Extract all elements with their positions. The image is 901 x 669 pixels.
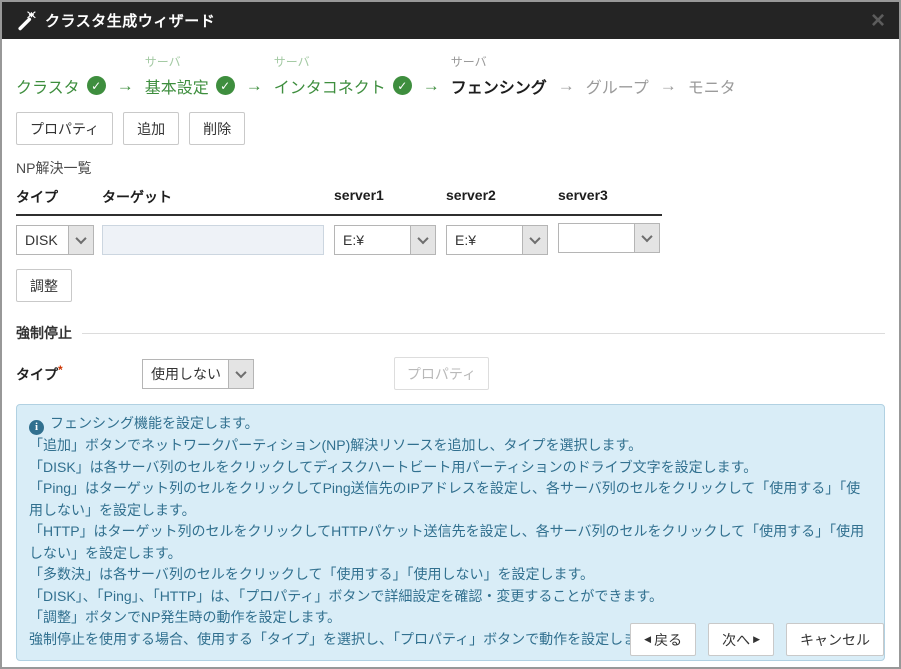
tune-button[interactable]: 調整 xyxy=(16,269,72,302)
triangle-left-icon: ◀ xyxy=(644,635,651,644)
step-group: グループ xyxy=(586,52,649,99)
footer-buttons: ◀戻る 次へ▶ キャンセル xyxy=(630,623,884,656)
header-server2: server2 xyxy=(446,187,558,207)
forced-stop-type-row: タイプ* 使用しない プロパティ xyxy=(16,357,885,390)
header-server3: server3 xyxy=(558,187,662,207)
step-label: クラスタ xyxy=(16,74,80,98)
check-circle-icon: ✓ xyxy=(393,76,412,95)
close-icon[interactable]: × xyxy=(871,9,885,33)
np-type-select[interactable]: DISK xyxy=(16,225,94,255)
info-line: 「Ping」はターゲット列のセルをクリックしてPing送信先のIPアドレスを設定… xyxy=(29,478,872,521)
window-title: クラスタ生成ウィザード xyxy=(45,10,215,31)
arrow-right-icon: → xyxy=(246,72,263,99)
wizard-wand-icon xyxy=(16,11,36,31)
arrow-right-icon: → xyxy=(117,72,134,99)
server1-cell-select[interactable]: E:¥ xyxy=(334,225,436,255)
triangle-right-icon: ▶ xyxy=(753,635,760,644)
info-line: 「HTTP」はターゲット列のセルをクリックしてHTTPパケット送信先を設定し、各… xyxy=(29,521,872,564)
step-label: モニタ xyxy=(688,74,736,98)
np-table-header: タイプ ターゲット server1 server2 server3 xyxy=(16,187,662,216)
info-line: 「追加」ボタンでネットワークパーティション(NP)解決リソースを追加し、タイプを… xyxy=(29,435,872,457)
chevron-down-icon xyxy=(228,360,253,388)
info-line: フェンシング機能を設定します。 xyxy=(50,415,259,431)
info-line: 「DISK」、「Ping」、「HTTP」は、「プロパティ」ボタンで詳細設定を確認… xyxy=(29,586,872,608)
cancel-button[interactable]: キャンセル xyxy=(786,623,884,656)
server2-cell-select[interactable]: E:¥ xyxy=(446,225,548,255)
np-resolution-table: タイプ ターゲット server1 server2 server3 DISK xyxy=(16,187,662,257)
header-target: ターゲット xyxy=(102,187,334,207)
step-label: インタコネクト xyxy=(274,74,386,98)
step-monitor: モニタ xyxy=(688,52,736,99)
np-toolbar: プロパティ 追加 削除 xyxy=(16,112,885,145)
section-divider xyxy=(82,333,885,334)
back-button[interactable]: ◀戻る xyxy=(630,623,696,656)
header-server1: server1 xyxy=(334,187,446,207)
property-button[interactable]: プロパティ xyxy=(16,112,113,145)
step-interconnect: サーバ インタコネクト✓ xyxy=(274,52,412,99)
check-circle-icon: ✓ xyxy=(87,76,106,95)
chevron-down-icon xyxy=(410,226,435,254)
chevron-down-icon xyxy=(68,226,93,254)
chevron-down-icon xyxy=(634,224,659,252)
next-button[interactable]: 次へ▶ xyxy=(708,623,774,656)
header-type: タイプ xyxy=(16,187,102,207)
chevron-down-icon xyxy=(522,226,547,254)
forced-stop-type-label: タイプ xyxy=(16,366,58,382)
info-line: 「多数決」は各サーバ列のセルをクリックして「使用する」「使用しない」を設定します… xyxy=(29,564,872,586)
add-button[interactable]: 追加 xyxy=(123,112,179,145)
step-fencing-current: サーバ フェンシング xyxy=(451,52,547,99)
required-mark: * xyxy=(58,363,63,377)
forced-stop-property-button[interactable]: プロパティ xyxy=(394,357,489,390)
forced-stop-title: 強制停止 xyxy=(16,323,72,343)
step-label: 基本設定 xyxy=(145,74,209,98)
title-bar: クラスタ生成ウィザード × xyxy=(2,2,899,39)
step-basic-settings: サーバ 基本設定✓ xyxy=(145,52,235,99)
forced-stop-section-header: 強制停止 xyxy=(16,323,885,343)
info-line: 「DISK」は各サーバ列のセルをクリックしてディスクハートビート用パーティション… xyxy=(29,457,872,479)
arrow-right-icon: → xyxy=(660,72,677,99)
arrow-right-icon: → xyxy=(558,72,575,99)
step-label: フェンシング xyxy=(451,74,547,98)
step-label: グループ xyxy=(586,74,649,98)
wizard-window: クラスタ生成ウィザード × クラスタ✓ → サーバ 基本設定✓ → サーバ イン… xyxy=(0,0,901,669)
check-circle-icon: ✓ xyxy=(216,76,235,95)
arrow-right-icon: → xyxy=(423,72,440,99)
table-row: DISK E:¥ E:¥ xyxy=(16,223,662,257)
server3-cell-select[interactable] xyxy=(558,223,660,253)
forced-stop-type-select[interactable]: 使用しない xyxy=(142,359,254,389)
np-target-input[interactable] xyxy=(102,225,324,255)
np-list-title: NP解決一覧 xyxy=(16,158,885,178)
info-icon: i xyxy=(29,420,44,435)
delete-button[interactable]: 削除 xyxy=(189,112,245,145)
wizard-steps: クラスタ✓ → サーバ 基本設定✓ → サーバ インタコネクト✓ → サーバ フ… xyxy=(16,52,885,99)
step-cluster: クラスタ ✓ xyxy=(16,52,106,99)
